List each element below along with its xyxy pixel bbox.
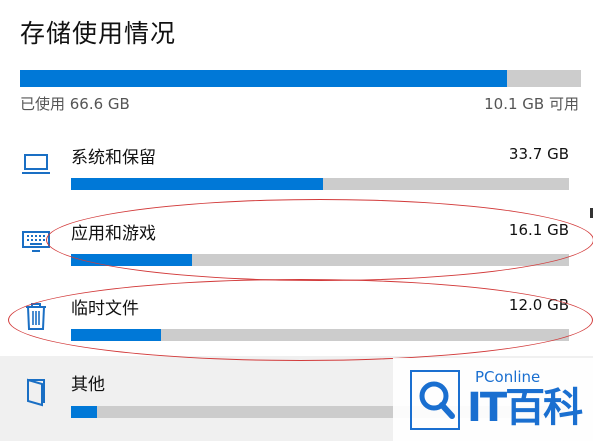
watermark-brand: PConline	[475, 368, 541, 386]
laptop-icon	[20, 147, 52, 179]
category-usage-bar	[71, 254, 569, 266]
category-usage-bar	[71, 178, 569, 190]
watermark-title: IT百科	[467, 385, 583, 431]
free-storage-label: 10.1 GB 可用	[484, 95, 579, 113]
category-usage-fill	[71, 178, 323, 190]
pconline-watermark: PConline IT百科	[393, 358, 593, 441]
category-name: 系统和保留	[71, 148, 156, 168]
magnifier-logo-icon	[410, 370, 460, 430]
folder-icon	[20, 376, 52, 408]
category-usage-fill	[71, 329, 162, 341]
category-name: 其他	[71, 375, 105, 395]
overall-usage-bar	[20, 70, 581, 87]
category-name: 应用和游戏	[71, 224, 156, 244]
category-size: 33.7 GB	[508, 145, 569, 163]
category-usage-fill	[71, 406, 97, 418]
category-temporary-files[interactable]: 临时文件 12.0 GB	[0, 282, 593, 352]
category-usage-bar	[71, 329, 569, 341]
keyboard-icon	[20, 224, 52, 256]
trash-icon	[20, 300, 52, 332]
category-apps-games[interactable]: 应用和游戏 16.1 GB	[0, 206, 593, 276]
page-title: 存储使用情况	[20, 19, 177, 48]
category-name: 临时文件	[71, 299, 139, 319]
category-system-reserved[interactable]: 系统和保留 33.7 GB	[0, 130, 593, 198]
overall-usage-fill	[20, 70, 507, 87]
category-size: 16.1 GB	[508, 221, 569, 239]
category-size: 12.0 GB	[508, 296, 569, 314]
category-usage-fill	[71, 254, 192, 266]
used-storage-label: 已使用 66.6 GB	[20, 95, 130, 113]
